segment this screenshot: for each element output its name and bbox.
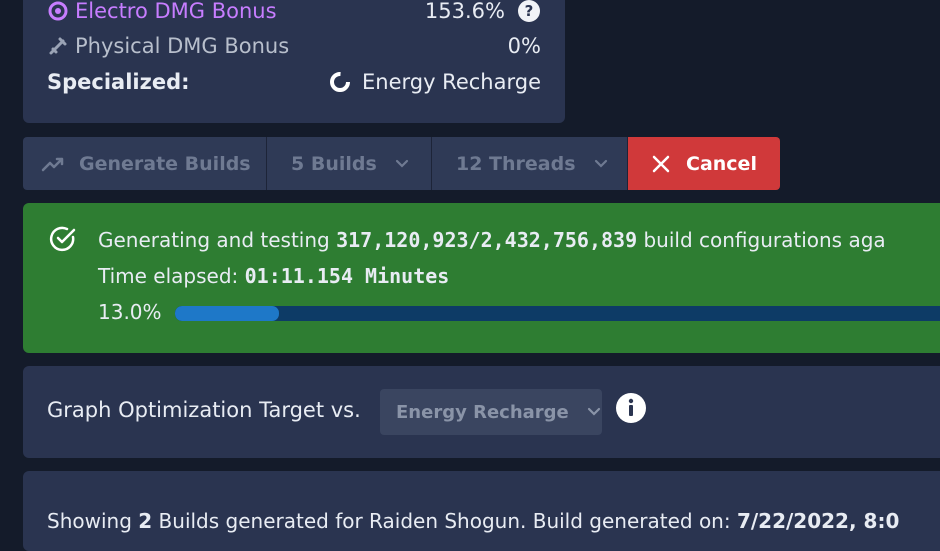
physical-dmg-value: 0% (507, 34, 541, 58)
results-summary: Showing 2 Builds generated for Raiden Sh… (47, 509, 899, 533)
results-showing-mid: Builds generated for Raiden Shogun. Buil… (158, 509, 731, 533)
stat-row-physical: Physical DMG Bonus 0% (47, 31, 541, 61)
time-elapsed-line: Time elapsed: 01:11.154 Minutes (98, 264, 449, 288)
results-date: 7/22/2022, 8:0 (736, 509, 900, 533)
svg-text:?: ? (525, 2, 534, 20)
chevron-down-icon (594, 159, 608, 169)
electro-element-icon (47, 0, 75, 22)
trending-up-icon (41, 156, 65, 172)
builds-count-dropdown[interactable]: 5 Builds (266, 137, 431, 190)
generate-builds-label: Generate Builds (79, 152, 251, 175)
results-panel: Showing 2 Builds generated for Raiden Sh… (23, 471, 940, 551)
progress-panel: Generating and testing 317,120,923/2,432… (23, 203, 940, 353)
electro-dmg-value: 153.6% (424, 0, 505, 23)
graph-target-select[interactable]: Energy Recharge (380, 389, 602, 435)
stat-row-specialized: Specialized: Energy Recharge (47, 67, 541, 97)
threads-dropdown[interactable]: 12 Threads (431, 137, 627, 190)
stat-row-electro: Electro DMG Bonus 153.6% ? (47, 0, 541, 26)
time-elapsed-label: Time elapsed: (98, 264, 239, 288)
cancel-button[interactable]: Cancel (627, 137, 780, 190)
cancel-label: Cancel (686, 152, 757, 175)
physical-dmg-label: Physical DMG Bonus (75, 34, 290, 58)
energy-recharge-icon (328, 70, 352, 94)
close-icon (652, 155, 670, 173)
progress-prefix: Generating and testing (98, 228, 330, 252)
graph-target-panel: Graph Optimization Target vs. Energy Rec… (23, 366, 940, 458)
build-configurations-count: 317,120,923/2,432,756,839 (336, 228, 638, 252)
electro-dmg-label: Electro DMG Bonus (75, 0, 277, 23)
progress-bar-track (175, 306, 940, 321)
chevron-down-icon (395, 159, 409, 169)
help-circle-icon[interactable]: ? (517, 0, 541, 23)
generate-builds-button[interactable]: Generate Builds (23, 137, 266, 190)
graph-target-select-value: Energy Recharge (396, 401, 569, 423)
results-build-count: 2 (138, 509, 153, 533)
results-showing-prefix: Showing (47, 509, 132, 533)
progress-percent: 13.0% (98, 300, 162, 324)
info-icon[interactable] (615, 392, 647, 424)
progress-bar-fill (175, 306, 279, 321)
physical-sword-icon (47, 35, 75, 57)
threads-label: 12 Threads (456, 152, 576, 175)
graph-target-label: Graph Optimization Target vs. (47, 398, 361, 422)
specialized-label: Specialized: (47, 70, 190, 94)
specialized-value: Energy Recharge (361, 70, 541, 94)
build-toolbar: Generate Builds 5 Builds 12 Threads Canc… (23, 137, 780, 190)
progress-suffix: build configurations aga (643, 228, 886, 252)
stats-panel: Electro DMG Bonus 153.6% ? Physical DMG … (23, 0, 565, 123)
time-elapsed-value: 01:11.154 Minutes (244, 264, 450, 288)
chevron-down-icon (587, 407, 601, 417)
builds-count-label: 5 Builds (291, 152, 377, 175)
check-circle-icon (49, 225, 77, 253)
progress-status-line: Generating and testing 317,120,923/2,432… (98, 228, 886, 252)
